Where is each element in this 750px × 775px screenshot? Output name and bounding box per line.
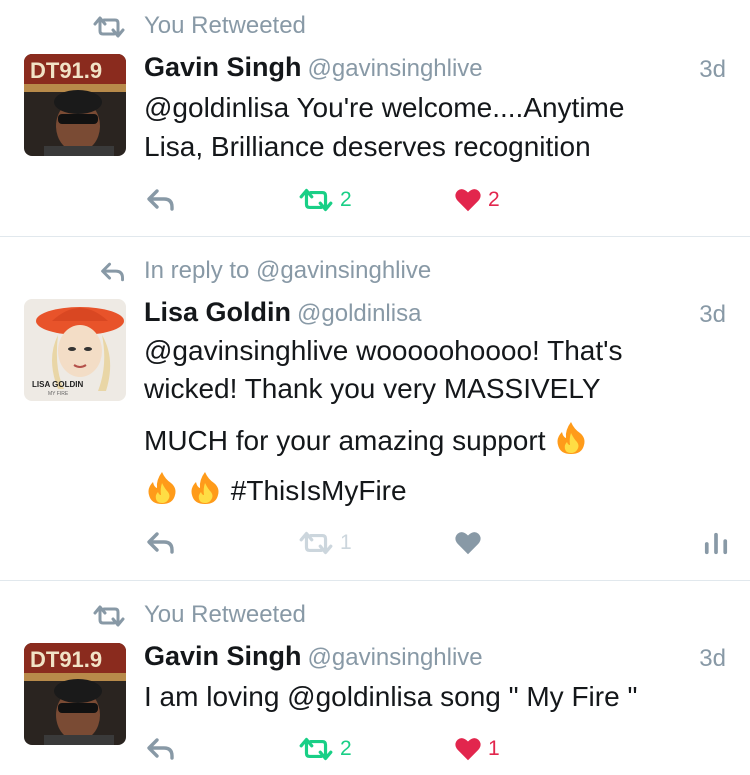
reply-icon bbox=[146, 531, 176, 555]
author-handle[interactable]: @gavinsinghlive bbox=[308, 644, 483, 671]
context-label: You Retweeted bbox=[144, 12, 306, 39]
avatar-logo-text: LISA GOLDIN bbox=[32, 380, 83, 389]
context-label: You Retweeted bbox=[144, 601, 306, 628]
stats-icon bbox=[704, 531, 728, 555]
tweet-header: Lisa Goldin @goldinlisa bbox=[144, 297, 421, 333]
retweet-button[interactable]: 1 bbox=[298, 523, 352, 563]
timestamp[interactable]: 3d bbox=[699, 645, 726, 673]
avatar[interactable]: DT91.9 bbox=[24, 54, 126, 156]
heart-icon bbox=[454, 530, 482, 556]
retweet-count: 2 bbox=[340, 737, 352, 760]
reply-button[interactable] bbox=[146, 180, 176, 220]
analytics-button[interactable] bbox=[704, 523, 728, 563]
author-handle[interactable]: @gavinsinghlive bbox=[308, 55, 483, 82]
author-name[interactable]: Gavin Singh bbox=[144, 641, 302, 671]
retweet-count: 1 bbox=[340, 531, 352, 554]
retweet-context: You Retweeted bbox=[0, 599, 750, 631]
retweet-button[interactable]: 2 bbox=[298, 180, 352, 220]
tweet-text-line-with-emoji: #ThisIsMyFire bbox=[144, 471, 724, 507]
timestamp[interactable]: 3d bbox=[699, 56, 726, 84]
like-button[interactable] bbox=[454, 523, 482, 563]
timestamp[interactable]: 3d bbox=[699, 301, 726, 329]
reply-icon bbox=[146, 188, 176, 212]
context-label: In reply to @gavinsinghlive bbox=[144, 257, 432, 284]
tweet-text: I am loving @goldinlisa song " My Fire " bbox=[144, 679, 724, 715]
like-button[interactable]: 2 bbox=[454, 180, 500, 220]
like-count: 1 bbox=[488, 737, 500, 760]
tweet-3[interactable]: You Retweeted DT91.9 Gavin Singh @gavinsi… bbox=[0, 581, 750, 775]
retweet-icon bbox=[298, 737, 334, 761]
svg-text:DT91.9: DT91.9 bbox=[30, 647, 102, 672]
author-handle[interactable]: @goldinlisa bbox=[297, 300, 421, 327]
tweet-text-line: Lisa, Brilliance deserves recognition bbox=[144, 131, 591, 162]
author-name[interactable]: Gavin Singh bbox=[144, 52, 302, 82]
tweet-2[interactable]: In reply to @gavinsinghlive LISA GOLDIN … bbox=[0, 237, 750, 580]
tweet-text-line: @goldinlisa You're welcome....Anytime bbox=[144, 92, 625, 123]
tweet-header: Gavin Singh @gavinsinghlive bbox=[144, 52, 483, 88]
reply-icon bbox=[146, 737, 176, 761]
reply-icon bbox=[100, 261, 126, 283]
reply-context: In reply to @gavinsinghlive bbox=[0, 255, 750, 287]
tweet-text-line: wicked! Thank you very MASSIVELY bbox=[144, 373, 601, 404]
svg-text:DT91.9: DT91.9 bbox=[30, 58, 102, 83]
like-button[interactable]: 1 bbox=[454, 729, 500, 769]
heart-icon bbox=[454, 736, 482, 762]
tweet-text-line: I am loving @goldinlisa song " My Fire " bbox=[144, 681, 638, 712]
hashtag-link[interactable]: #ThisIsMyFire bbox=[231, 475, 407, 506]
retweet-icon bbox=[92, 605, 126, 627]
tweet-header: Gavin Singh @gavinsinghlive bbox=[144, 641, 483, 677]
tweet-actions: 1 bbox=[0, 523, 750, 563]
retweet-icon bbox=[298, 531, 334, 555]
tweet-text-line-with-emoji: MUCH for your amazing support bbox=[144, 421, 724, 471]
retweet-count: 2 bbox=[340, 188, 352, 211]
tweet-actions: 2 1 bbox=[0, 729, 750, 769]
retweet-context: You Retweeted bbox=[0, 10, 750, 42]
tweet-actions: 2 2 bbox=[0, 180, 750, 220]
fire-emoji-icon bbox=[556, 421, 586, 455]
tweet-1[interactable]: You Retweeted DT91.9 Gavin Singh @gavinsi… bbox=[0, 0, 750, 236]
author-name[interactable]: Lisa Goldin bbox=[144, 297, 291, 327]
retweet-icon bbox=[298, 188, 334, 212]
tweet-text: @goldinlisa You're welcome....Anytime Li… bbox=[144, 88, 724, 166]
retweet-button[interactable]: 2 bbox=[298, 729, 352, 769]
heart-icon bbox=[454, 187, 482, 213]
like-count: 2 bbox=[488, 188, 500, 211]
fire-emoji-icon bbox=[147, 471, 177, 505]
fire-emoji-icon bbox=[190, 471, 220, 505]
reply-button[interactable] bbox=[146, 729, 176, 769]
tweet-text: @gavinsinghlive wooooohoooo! That's wick… bbox=[144, 335, 724, 507]
tweet-text-segment: MUCH for your amazing support bbox=[144, 425, 546, 456]
avatar-logo-subtext: MY FIRE bbox=[48, 391, 69, 397]
avatar[interactable]: LISA GOLDIN MY FIRE bbox=[24, 299, 126, 401]
reply-button[interactable] bbox=[146, 523, 176, 563]
tweet-text-line: @gavinsinghlive wooooohoooo! That's bbox=[144, 335, 623, 366]
retweet-icon bbox=[92, 16, 126, 38]
